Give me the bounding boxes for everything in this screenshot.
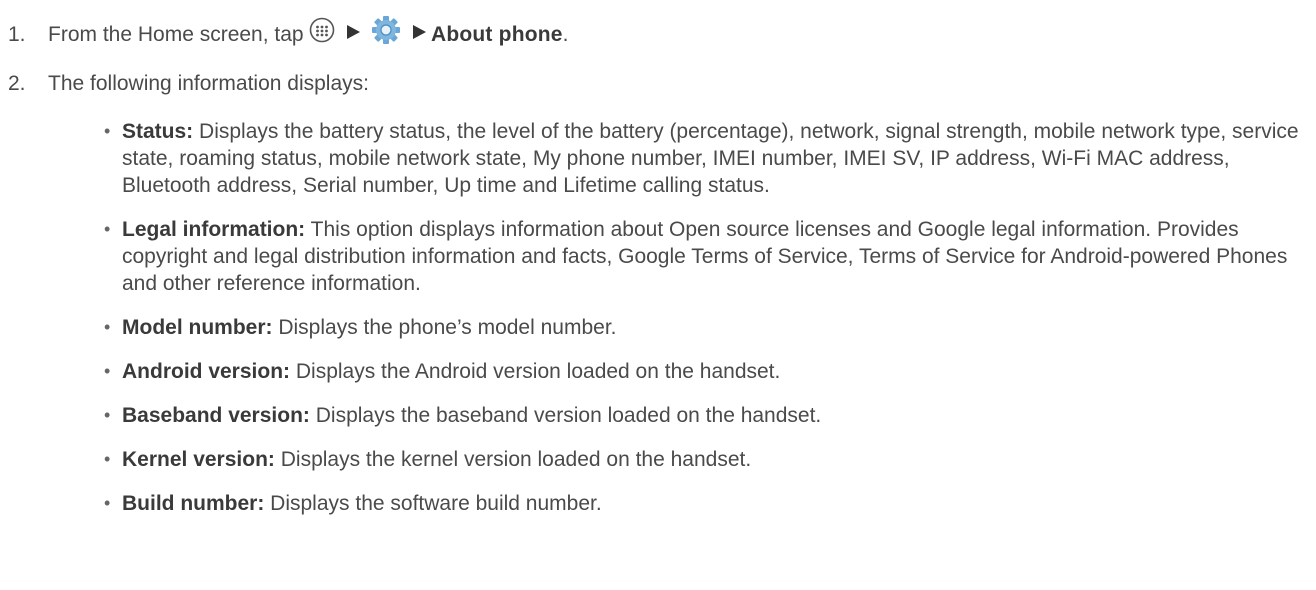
item-term: Build number: <box>122 492 265 515</box>
list-item: Legal information: This option displays … <box>104 216 1310 297</box>
step-number: 2. <box>8 72 26 95</box>
item-desc: Displays the Android version loaded on t… <box>295 360 781 383</box>
item-term: Baseband version: <box>122 404 310 427</box>
step-2: 2. The following information displays: <box>8 70 369 97</box>
item-term: Legal information: <box>122 218 306 241</box>
list-item: Build number: Displays the software buil… <box>104 490 1310 517</box>
list-item: Status: Displays the battery status, the… <box>104 118 1310 199</box>
step-1: 1. From the Home screen, tap About phone… <box>8 15 569 54</box>
play-arrow-icon <box>345 20 361 47</box>
item-term: Model number: <box>122 316 273 339</box>
item-desc: Displays the software build number. <box>270 492 602 515</box>
play-arrow-icon <box>411 20 427 47</box>
list-item: Android version: Displays the Android ve… <box>104 358 1310 385</box>
list-item: Kernel version: Displays the kernel vers… <box>104 446 1310 473</box>
step-2-text: The following information displays: <box>48 72 369 95</box>
item-term: Kernel version: <box>122 448 275 471</box>
item-desc: Displays the phone’s model number. <box>278 316 617 339</box>
info-list: Status: Displays the battery status, the… <box>104 118 1310 534</box>
about-phone-label: About phone <box>430 23 563 47</box>
item-desc: Displays the kernel version loaded on th… <box>280 448 752 471</box>
item-desc: Displays the baseband version loaded on … <box>315 404 822 427</box>
apps-grid-icon <box>309 17 335 50</box>
item-term: Status: <box>122 120 194 143</box>
step-1-prefix: From the Home screen, tap <box>48 23 304 47</box>
settings-gear-icon <box>371 15 401 52</box>
list-item: Baseband version: Displays the baseband … <box>104 402 1310 429</box>
step-1-suffix: . <box>562 23 569 47</box>
item-term: Android version: <box>122 360 291 383</box>
item-desc: Displays the battery status, the level o… <box>122 120 1299 197</box>
step-number: 1. <box>8 23 26 47</box>
list-item: Model number: Displays the phone’s model… <box>104 314 1310 341</box>
